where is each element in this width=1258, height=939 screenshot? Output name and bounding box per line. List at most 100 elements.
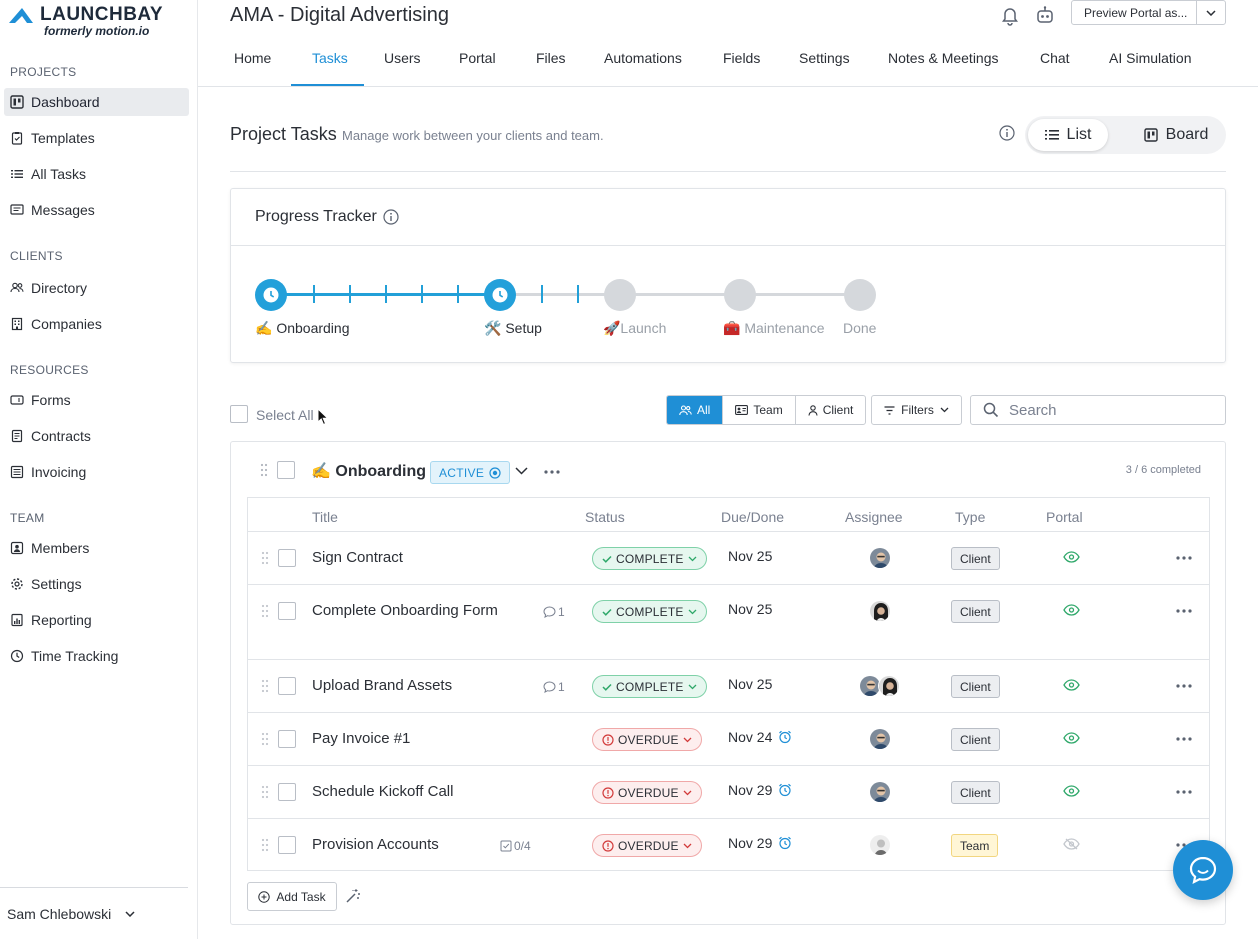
tab-files[interactable]: Files [536, 50, 566, 86]
drag-handle-icon[interactable] [261, 604, 269, 618]
info-icon[interactable] [999, 125, 1015, 141]
drag-handle-icon[interactable] [260, 463, 268, 477]
sidebar-item-settings[interactable]: Settings [4, 570, 189, 598]
sidebar-item-companies[interactable]: Companies [4, 310, 189, 338]
info-icon[interactable] [383, 209, 399, 225]
milestone-setup[interactable] [484, 279, 516, 311]
filter-team-button[interactable]: Team [723, 396, 796, 424]
tab-ai-simulation[interactable]: AI Simulation [1109, 50, 1191, 86]
more-options-icon[interactable] [544, 470, 560, 474]
eye-icon[interactable] [1063, 551, 1080, 563]
robot-icon[interactable] [1034, 4, 1056, 26]
tab-chat[interactable]: Chat [1040, 50, 1070, 86]
tab-tasks[interactable]: Tasks [312, 50, 348, 86]
milestone-maintenance[interactable] [724, 279, 756, 311]
task-title[interactable]: Complete Onboarding Form [312, 599, 502, 623]
chevron-down-icon[interactable] [1196, 1, 1225, 24]
comment-count[interactable]: 1 [543, 680, 565, 694]
tab-notes-meetings[interactable]: Notes & Meetings [888, 50, 999, 86]
user-menu[interactable]: Sam Chlebowski [0, 887, 188, 939]
status-dropdown[interactable]: OVERDUE [592, 728, 702, 751]
tab-home[interactable]: Home [234, 50, 271, 86]
chat-launcher-button[interactable] [1173, 840, 1233, 900]
table-row[interactable]: Sign Contract COMPLETE Nov 25 Client [248, 531, 1209, 584]
select-all-checkbox[interactable] [230, 405, 248, 423]
drag-handle-icon[interactable] [261, 551, 269, 565]
preview-portal-dropdown[interactable]: Preview Portal as... [1071, 0, 1226, 25]
type-badge[interactable]: Client [951, 675, 1000, 698]
group-title[interactable]: ✍️ Onboarding [311, 461, 426, 481]
add-task-button[interactable]: Add Task [247, 882, 337, 911]
type-badge[interactable]: Team [951, 834, 999, 857]
task-checkbox[interactable] [278, 836, 296, 854]
task-checkbox[interactable] [278, 783, 296, 801]
avatar[interactable] [869, 728, 891, 750]
eye-icon[interactable] [1063, 732, 1080, 744]
drag-handle-icon[interactable] [261, 785, 269, 799]
status-dropdown[interactable]: OVERDUE [592, 781, 702, 804]
eye-icon[interactable] [1063, 785, 1080, 797]
avatar[interactable] [869, 834, 891, 856]
filter-all-button[interactable]: All [667, 396, 724, 424]
eye-off-icon[interactable] [1063, 838, 1080, 850]
sidebar-item-time-tracking[interactable]: Time Tracking [4, 642, 189, 670]
more-options-icon[interactable] [1176, 737, 1192, 741]
task-title[interactable]: Sign Contract [312, 546, 403, 570]
more-options-icon[interactable] [1176, 556, 1192, 560]
bell-icon[interactable] [999, 4, 1021, 26]
status-dropdown[interactable]: COMPLETE [592, 675, 707, 698]
drag-handle-icon[interactable] [261, 838, 269, 852]
milestone-done[interactable] [844, 279, 876, 311]
board-view-button[interactable]: Board [1130, 119, 1222, 151]
list-view-button[interactable]: List [1028, 119, 1108, 151]
sidebar-item-templates[interactable]: Templates [4, 124, 189, 152]
table-row[interactable]: Upload Brand Assets 1 COMPLETE Nov 25 Cl… [248, 659, 1209, 712]
avatar[interactable] [869, 547, 891, 569]
table-row[interactable]: Complete Onboarding Form 1 COMPLETE Nov … [248, 584, 1209, 659]
magic-wand-icon[interactable] [345, 888, 361, 904]
tab-fields[interactable]: Fields [723, 50, 760, 86]
sidebar-item-reporting[interactable]: Reporting [4, 606, 189, 634]
tab-users[interactable]: Users [384, 50, 421, 86]
tab-portal[interactable]: Portal [459, 50, 496, 86]
task-title[interactable]: Schedule Kickoff Call [312, 780, 453, 804]
table-row[interactable]: Schedule Kickoff Call OVERDUE Nov 29 Cli… [248, 765, 1209, 818]
table-row[interactable]: Pay Invoice #1 OVERDUE Nov 24 Client [248, 712, 1209, 765]
type-badge[interactable]: Client [951, 781, 1000, 804]
sidebar-item-directory[interactable]: Directory [4, 274, 189, 302]
sidebar-item-dashboard[interactable]: Dashboard [4, 88, 189, 116]
task-checkbox[interactable] [278, 602, 296, 620]
more-options-icon[interactable] [1176, 684, 1192, 688]
table-row[interactable]: Provision Accounts 0/4 OVERDUE Nov 29 Te… [248, 818, 1209, 871]
task-title[interactable]: Provision Accounts [312, 833, 439, 857]
select-all-label[interactable]: Select All [256, 407, 314, 423]
more-options-icon[interactable] [1176, 609, 1192, 613]
drag-handle-icon[interactable] [261, 732, 269, 746]
group-select-checkbox[interactable] [277, 461, 295, 479]
status-dropdown[interactable]: COMPLETE [592, 600, 707, 623]
milestone-launch[interactable] [604, 279, 636, 311]
drag-handle-icon[interactable] [261, 679, 269, 693]
task-title[interactable]: Pay Invoice #1 [312, 727, 410, 751]
task-title[interactable]: Upload Brand Assets [312, 674, 452, 698]
tab-automations[interactable]: Automations [604, 50, 682, 86]
tab-settings[interactable]: Settings [799, 50, 850, 86]
avatar[interactable] [869, 600, 891, 622]
sidebar-item-all-tasks[interactable]: All Tasks [4, 160, 189, 188]
sidebar-item-contracts[interactable]: Contracts [4, 422, 189, 450]
avatar[interactable] [869, 781, 891, 803]
status-dropdown[interactable]: COMPLETE [592, 547, 707, 570]
group-status-badge[interactable]: ACTIVE [430, 461, 511, 484]
search-input[interactable] [1009, 401, 1209, 419]
filter-client-button[interactable]: Client [796, 396, 866, 424]
sidebar-item-members[interactable]: Members [4, 534, 189, 562]
eye-icon[interactable] [1063, 679, 1080, 691]
chevron-down-icon[interactable] [515, 467, 528, 475]
milestone-onboarding[interactable] [255, 279, 287, 311]
more-options-icon[interactable] [1176, 790, 1192, 794]
task-checkbox[interactable] [278, 730, 296, 748]
comment-count[interactable]: 1 [543, 605, 565, 619]
avatar[interactable] [878, 675, 900, 697]
sidebar-item-forms[interactable]: Forms [4, 386, 189, 414]
task-checkbox[interactable] [278, 549, 296, 567]
